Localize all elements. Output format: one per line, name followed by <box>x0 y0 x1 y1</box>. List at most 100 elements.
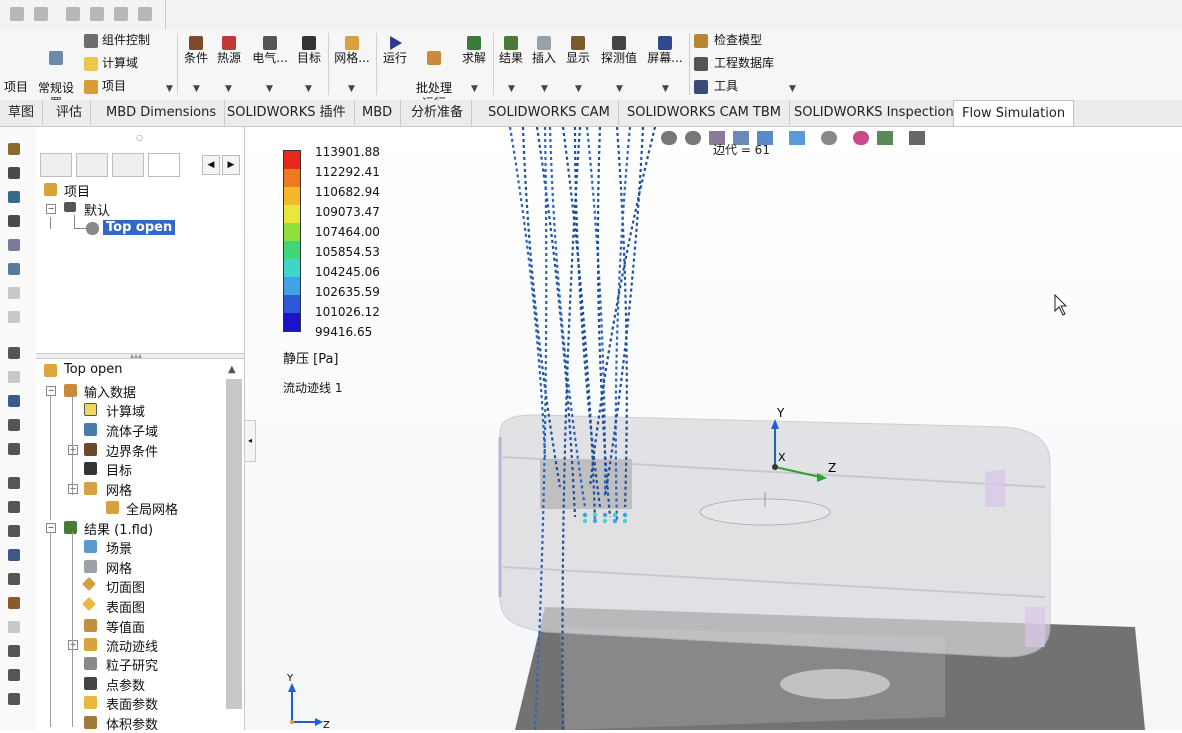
tab-config-manager[interactable] <box>112 153 144 177</box>
save-icon[interactable] <box>66 7 80 21</box>
expand-icon[interactable]: + <box>68 640 78 650</box>
electrical-button[interactable]: 电气... <box>250 36 290 66</box>
strip-tool-icon[interactable] <box>8 191 20 203</box>
tools-button[interactable]: 工具 <box>694 79 738 94</box>
tree-item-top-open[interactable]: Top open <box>64 362 123 377</box>
collapse-icon[interactable]: − <box>46 204 56 214</box>
tab-mbd[interactable]: MBD <box>354 100 402 125</box>
open-icon[interactable] <box>34 7 48 21</box>
probe-dropdown-arrow[interactable]: ▼ <box>616 84 623 94</box>
tab-flow-analysis-tree[interactable] <box>148 153 180 177</box>
tree-item-input-data[interactable]: 输入数据 <box>84 382 136 401</box>
tab-solidworks-cam-tbm[interactable]: SOLIDWORKS CAM TBM <box>619 100 790 125</box>
run-button[interactable]: 运行 <box>380 36 410 66</box>
strip-tool-icon[interactable] <box>8 263 20 275</box>
project-dropdown-arrow[interactable]: ▼ <box>166 84 173 94</box>
screen-dropdown-arrow[interactable]: ▼ <box>662 84 669 94</box>
strip-tool-icon[interactable] <box>8 167 20 179</box>
strip-tool-icon[interactable] <box>8 239 20 251</box>
strip-tool-icon[interactable] <box>8 573 20 585</box>
options-icon[interactable] <box>138 7 152 21</box>
tab-property-manager[interactable] <box>76 153 108 177</box>
tree-item-mesh[interactable]: 网格 <box>106 480 132 499</box>
rebuild-icon[interactable] <box>114 7 128 21</box>
heat-source-button[interactable]: 热源 <box>214 36 244 66</box>
collapse-icon[interactable]: − <box>68 484 78 494</box>
tree-item-goals[interactable]: 目标 <box>106 460 132 479</box>
model-3d-view[interactable]: Y X Z Y Z <box>245 127 1182 730</box>
strip-tool-icon[interactable] <box>8 371 20 383</box>
tab-flow-simulation[interactable]: Flow Simulation <box>953 100 1075 126</box>
engineering-db-button[interactable]: 工程数据库 <box>694 56 774 71</box>
tools-dropdown-arrow[interactable]: ▼ <box>789 84 796 94</box>
goals-dropdown-arrow[interactable]: ▼ <box>305 84 312 94</box>
tab-sketch[interactable]: 草图 <box>0 100 44 125</box>
strip-tool-icon[interactable] <box>8 549 20 561</box>
print-icon[interactable] <box>90 7 104 21</box>
tree-item-boundary-conditions[interactable]: 边界条件 <box>106 441 158 460</box>
heat-source-dropdown-arrow[interactable]: ▼ <box>225 84 232 94</box>
strip-tool-icon[interactable] <box>8 143 20 155</box>
expand-icon[interactable]: + <box>68 445 78 455</box>
display-button[interactable]: 显示 <box>563 36 593 66</box>
solve-dropdown-arrow[interactable]: ▼ <box>471 84 478 94</box>
panel-scroll-left-button[interactable]: ◀ <box>202 155 220 175</box>
strip-tool-icon[interactable] <box>8 311 20 323</box>
solve-button[interactable]: 求解 <box>458 36 490 66</box>
tree-item-results-mesh[interactable]: 网格 <box>106 558 132 577</box>
panel-scroll-right-button[interactable]: ▶ <box>222 155 240 175</box>
tree-item-flow-trajectories[interactable]: 流动迹线 <box>106 636 158 655</box>
strip-tool-icon[interactable] <box>8 287 20 299</box>
tab-analysis-prep[interactable]: 分析准备 <box>403 100 473 125</box>
tree-item-particle-study[interactable]: 粒子研究 <box>106 655 158 674</box>
tab-solidworks-addins[interactable]: SOLIDWORKS 插件 <box>219 100 355 125</box>
strip-tool-icon[interactable] <box>8 693 20 705</box>
goals-button[interactable]: 目标 <box>294 36 324 66</box>
tree-item-volume-params[interactable]: 体积参数 <box>106 714 158 733</box>
probe-button[interactable]: 探测值 <box>597 36 641 66</box>
display-dropdown-arrow[interactable]: ▼ <box>575 84 582 94</box>
strip-tool-icon[interactable] <box>8 669 20 681</box>
tab-evaluate[interactable]: 评估 <box>48 100 92 125</box>
tree-item-surface-params[interactable]: 表面参数 <box>106 694 158 713</box>
compute-domain-button[interactable]: 计算域 <box>84 56 138 71</box>
tree-item-cut-plot[interactable]: 切面图 <box>106 577 145 596</box>
strip-tool-icon[interactable] <box>8 347 20 359</box>
strip-tool-icon[interactable] <box>8 525 20 537</box>
tree-item-results[interactable]: 结果 (1.fld) <box>84 519 153 538</box>
electrical-dropdown-arrow[interactable]: ▼ <box>266 84 273 94</box>
panel-collapse-handle[interactable]: ◂ <box>244 420 256 462</box>
tree-item-isosurface[interactable]: 等值面 <box>106 617 145 636</box>
strip-tool-icon[interactable] <box>8 645 20 657</box>
strip-tool-icon[interactable] <box>8 597 20 609</box>
panel-grip-icon[interactable]: ○ <box>136 133 143 142</box>
screen-button[interactable]: 屏幕... <box>645 36 685 66</box>
component-control-button[interactable]: 组件控制 <box>84 33 150 48</box>
tab-solidworks-inspection[interactable]: SOLIDWORKS Inspection <box>786 100 963 125</box>
tab-mbd-dimensions[interactable]: MBD Dimensions <box>98 100 226 125</box>
tree-item-global-mesh[interactable]: 全局网格 <box>126 499 178 518</box>
strip-tool-icon[interactable] <box>8 419 20 431</box>
strip-tool-icon[interactable] <box>8 395 20 407</box>
collapse-icon[interactable]: − <box>46 523 56 533</box>
mesh-dropdown-arrow[interactable]: ▼ <box>348 84 355 94</box>
conditions-dropdown-arrow[interactable]: ▼ <box>193 84 200 94</box>
new-icon[interactable] <box>10 7 24 21</box>
tree-item-default-config[interactable]: 默认 <box>84 200 110 219</box>
mesh-button[interactable]: 网格... <box>332 36 372 66</box>
tab-solidworks-cam[interactable]: SOLIDWORKS CAM <box>480 100 619 125</box>
strip-tool-icon[interactable] <box>8 443 20 455</box>
graphics-viewport[interactable]: 边代 = 61 113901.88 112292.41 110682.94 10… <box>245 127 1182 730</box>
tree-item-surface-plot[interactable]: 表面图 <box>106 597 145 616</box>
project-button[interactable]: 项目 <box>84 79 126 94</box>
tree-item-point-params[interactable]: 点参数 <box>106 675 145 694</box>
collapse-icon[interactable]: − <box>46 386 56 396</box>
insert-button[interactable]: 插入 <box>529 36 559 66</box>
tree-item-fluid-subdomain[interactable]: 流体子域 <box>106 421 158 440</box>
check-model-button[interactable]: 检查模型 <box>694 33 762 48</box>
tree-item-scene[interactable]: 场景 <box>106 538 132 557</box>
strip-tool-icon[interactable] <box>8 477 20 489</box>
tree-item-project[interactable]: 项目 <box>64 181 90 200</box>
conditions-button[interactable]: 条件 <box>182 36 210 66</box>
tab-feature-manager[interactable] <box>40 153 72 177</box>
